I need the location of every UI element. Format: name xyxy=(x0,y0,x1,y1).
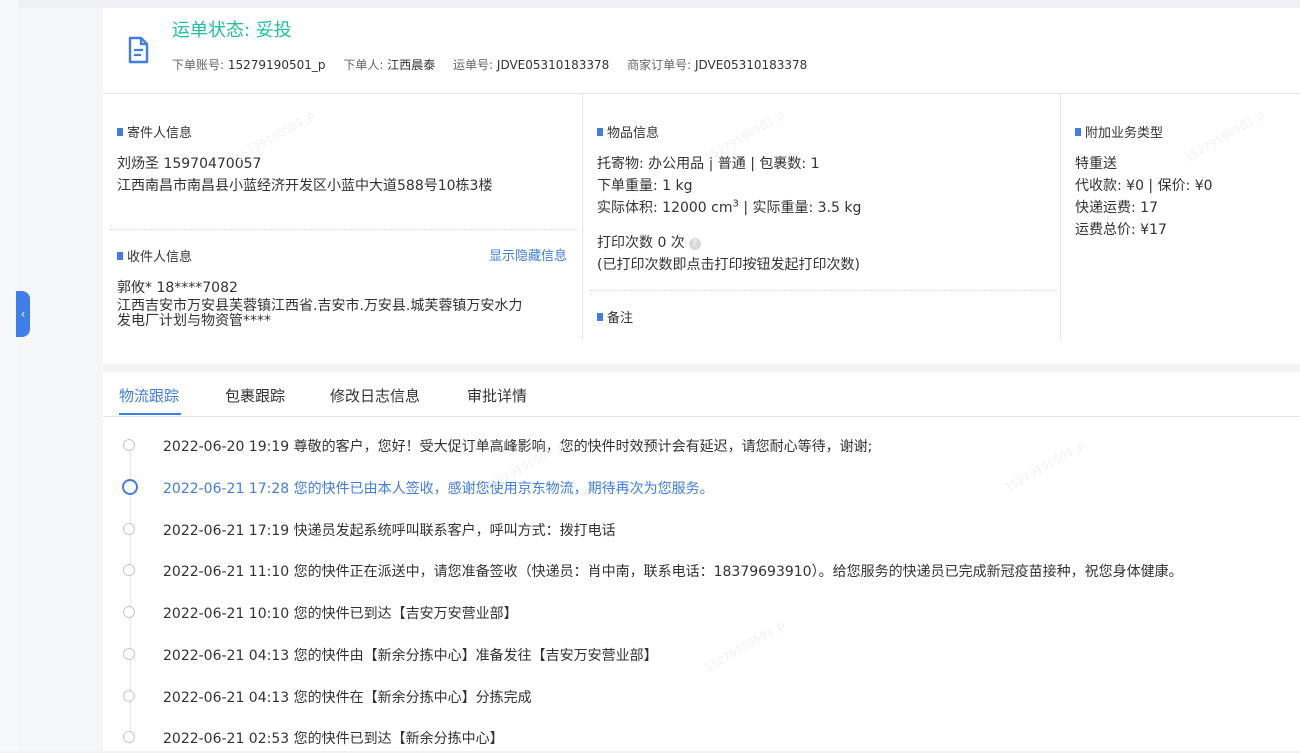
goods-type-line: 托寄物: 办公用品 | 普通 | 包裹数: 1 xyxy=(597,156,820,172)
section-marker-icon xyxy=(597,313,603,321)
account-label: 下单账号: xyxy=(172,58,225,72)
tab-logistics-tracking[interactable]: 物流跟踪 xyxy=(119,385,179,406)
sender-name-phone: 刘炀圣 15970470057 xyxy=(117,156,262,172)
timeline-dot-icon xyxy=(123,523,135,535)
waybill-number: JDVE05310183378 xyxy=(496,58,610,72)
document-icon xyxy=(128,36,149,64)
timeline-item-current: 2022-06-21 17:28 您的快件已由本人签收，感谢您使用京东物流，期待… xyxy=(103,473,1300,503)
timeline-item: 2022-06-21 10:10 您的快件已到达【吉安万安营业部】 xyxy=(103,598,1300,628)
timeline-dot-icon xyxy=(123,648,135,660)
show-hidden-info-link[interactable]: 显示隐藏信息 xyxy=(489,245,567,264)
waybill-status: 运单状态: 妥投 xyxy=(172,20,292,41)
timeline-dot-icon xyxy=(123,606,135,618)
chevron-left-icon: ‹ xyxy=(20,307,26,321)
receiver-name-phone: 郭攸* 18****7082 xyxy=(117,280,238,296)
timeline-item: 2022-06-21 02:53 您的快件已到达【新余分拣中心】 xyxy=(103,723,1300,753)
section-divider xyxy=(589,290,1057,291)
shipping-fee: 快递运费: 17 xyxy=(1075,200,1158,216)
remark-section-title: 备注 xyxy=(597,307,633,326)
section-marker-icon xyxy=(117,252,123,260)
active-tab-indicator xyxy=(119,413,181,415)
tab-change-log[interactable]: 修改日志信息 xyxy=(330,385,420,406)
timeline-item: 2022-06-21 11:10 您的快件正在派送中，请您准备签收（快递员：肖中… xyxy=(103,556,1300,586)
timeline-dot-active-icon xyxy=(122,479,138,495)
goods-column: 物品信息 托寄物: 办公用品 | 普通 | 包裹数: 1 下单重量: 1 kg … xyxy=(582,94,1061,340)
waybill-meta: 下单账号: 15279190501_p 下单人: 江西晨泰 运单号: JDVE0… xyxy=(172,56,821,73)
volume-weight-line: 实际体积: 12000 cm3 | 实际重量: 3.5 kg xyxy=(597,198,862,216)
timeline-item: 2022-06-21 04:13 您的快件由【新余分拣中心】准备发往【吉安万安营… xyxy=(103,640,1300,670)
account-value: 15279190501_p xyxy=(227,58,326,72)
help-icon[interactable]: ? xyxy=(688,238,701,250)
page-gutter xyxy=(18,0,103,751)
goods-section-title: 物品信息 xyxy=(597,122,659,141)
receiver-section-title: 收件人信息 xyxy=(117,246,192,265)
section-divider xyxy=(109,229,577,230)
print-count-note: (已打印次数即点击打印按钮发起打印次数) xyxy=(597,257,860,273)
timeline-item: 2022-06-20 19:19 尊敬的客户，您好！受大促订单高峰影响，您的快件… xyxy=(103,431,1300,461)
waybill-label: 运单号: xyxy=(453,58,494,72)
tracking-tabs: 物流跟踪 包裹跟踪 修改日志信息 审批详情 xyxy=(103,372,1300,417)
total-fee: 运费总价: ¥17 xyxy=(1075,222,1167,238)
extra-service-column: 附加业务类型 特重送 代收款: ¥0 | 保价: ¥0 快递运费: 17 运费总… xyxy=(1060,94,1300,340)
tab-approval-details[interactable]: 审批详情 xyxy=(467,385,527,406)
section-marker-icon xyxy=(1075,128,1081,136)
sender-address: 江西南昌市南昌县小蓝经济开发区小蓝中大道588号10栋3楼 xyxy=(117,178,493,194)
merchant-order-number: JDVE05310183378 xyxy=(694,58,808,72)
cod-insurance: 代收款: ¥0 | 保价: ¥0 xyxy=(1075,178,1213,194)
section-marker-icon xyxy=(117,128,123,136)
waybill-info-card: 寄件人信息 刘炀圣 15970470057 江西南昌市南昌县小蓝经济开发区小蓝中… xyxy=(103,94,1300,364)
timeline-item: 2022-06-21 04:13 您的快件在【新余分拣中心】分拣完成 xyxy=(103,682,1300,712)
extra-service-section-title: 附加业务类型 xyxy=(1075,122,1163,141)
tab-package-tracking[interactable]: 包裹跟踪 xyxy=(225,385,285,406)
merchant-order-label: 商家订单号: xyxy=(627,58,692,72)
timeline-dot-icon xyxy=(123,731,135,743)
collapse-sidebar-button[interactable]: ‹ xyxy=(16,291,30,337)
tracking-card: 物流跟踪 包裹跟踪 修改日志信息 审批详情 2022-06-20 19:19 尊… xyxy=(103,372,1300,751)
timeline-item: 2022-06-21 17:19 快递员发起系统呼叫联系客户，呼叫方式：拨打电话 xyxy=(103,515,1300,545)
left-strip xyxy=(0,0,18,751)
orderer-label: 下单人: xyxy=(343,58,384,72)
top-band xyxy=(18,0,1300,8)
waybill-header: 运单状态: 妥投 下单账号: 15279190501_p 下单人: 江西晨泰 运… xyxy=(103,8,1300,94)
sender-section-title: 寄件人信息 xyxy=(117,122,192,141)
timeline-dot-icon xyxy=(123,564,135,576)
receiver-address: 江西吉安市万安县芙蓉镇江西省.吉安市.万安县.城芙蓉镇万安水力 发电厂计划与物资… xyxy=(117,298,523,329)
print-count: 打印次数 0 次? xyxy=(597,232,701,252)
timeline-dot-icon xyxy=(123,439,135,451)
section-marker-icon xyxy=(597,128,603,136)
service-type: 特重送 xyxy=(1075,156,1117,172)
timeline-dot-icon xyxy=(123,690,135,702)
orderer-value: 江西晨泰 xyxy=(387,58,436,72)
sender-receiver-column: 寄件人信息 刘炀圣 15970470057 江西南昌市南昌县小蓝经济开发区小蓝中… xyxy=(103,94,581,340)
order-weight-line: 下单重量: 1 kg xyxy=(597,178,693,194)
